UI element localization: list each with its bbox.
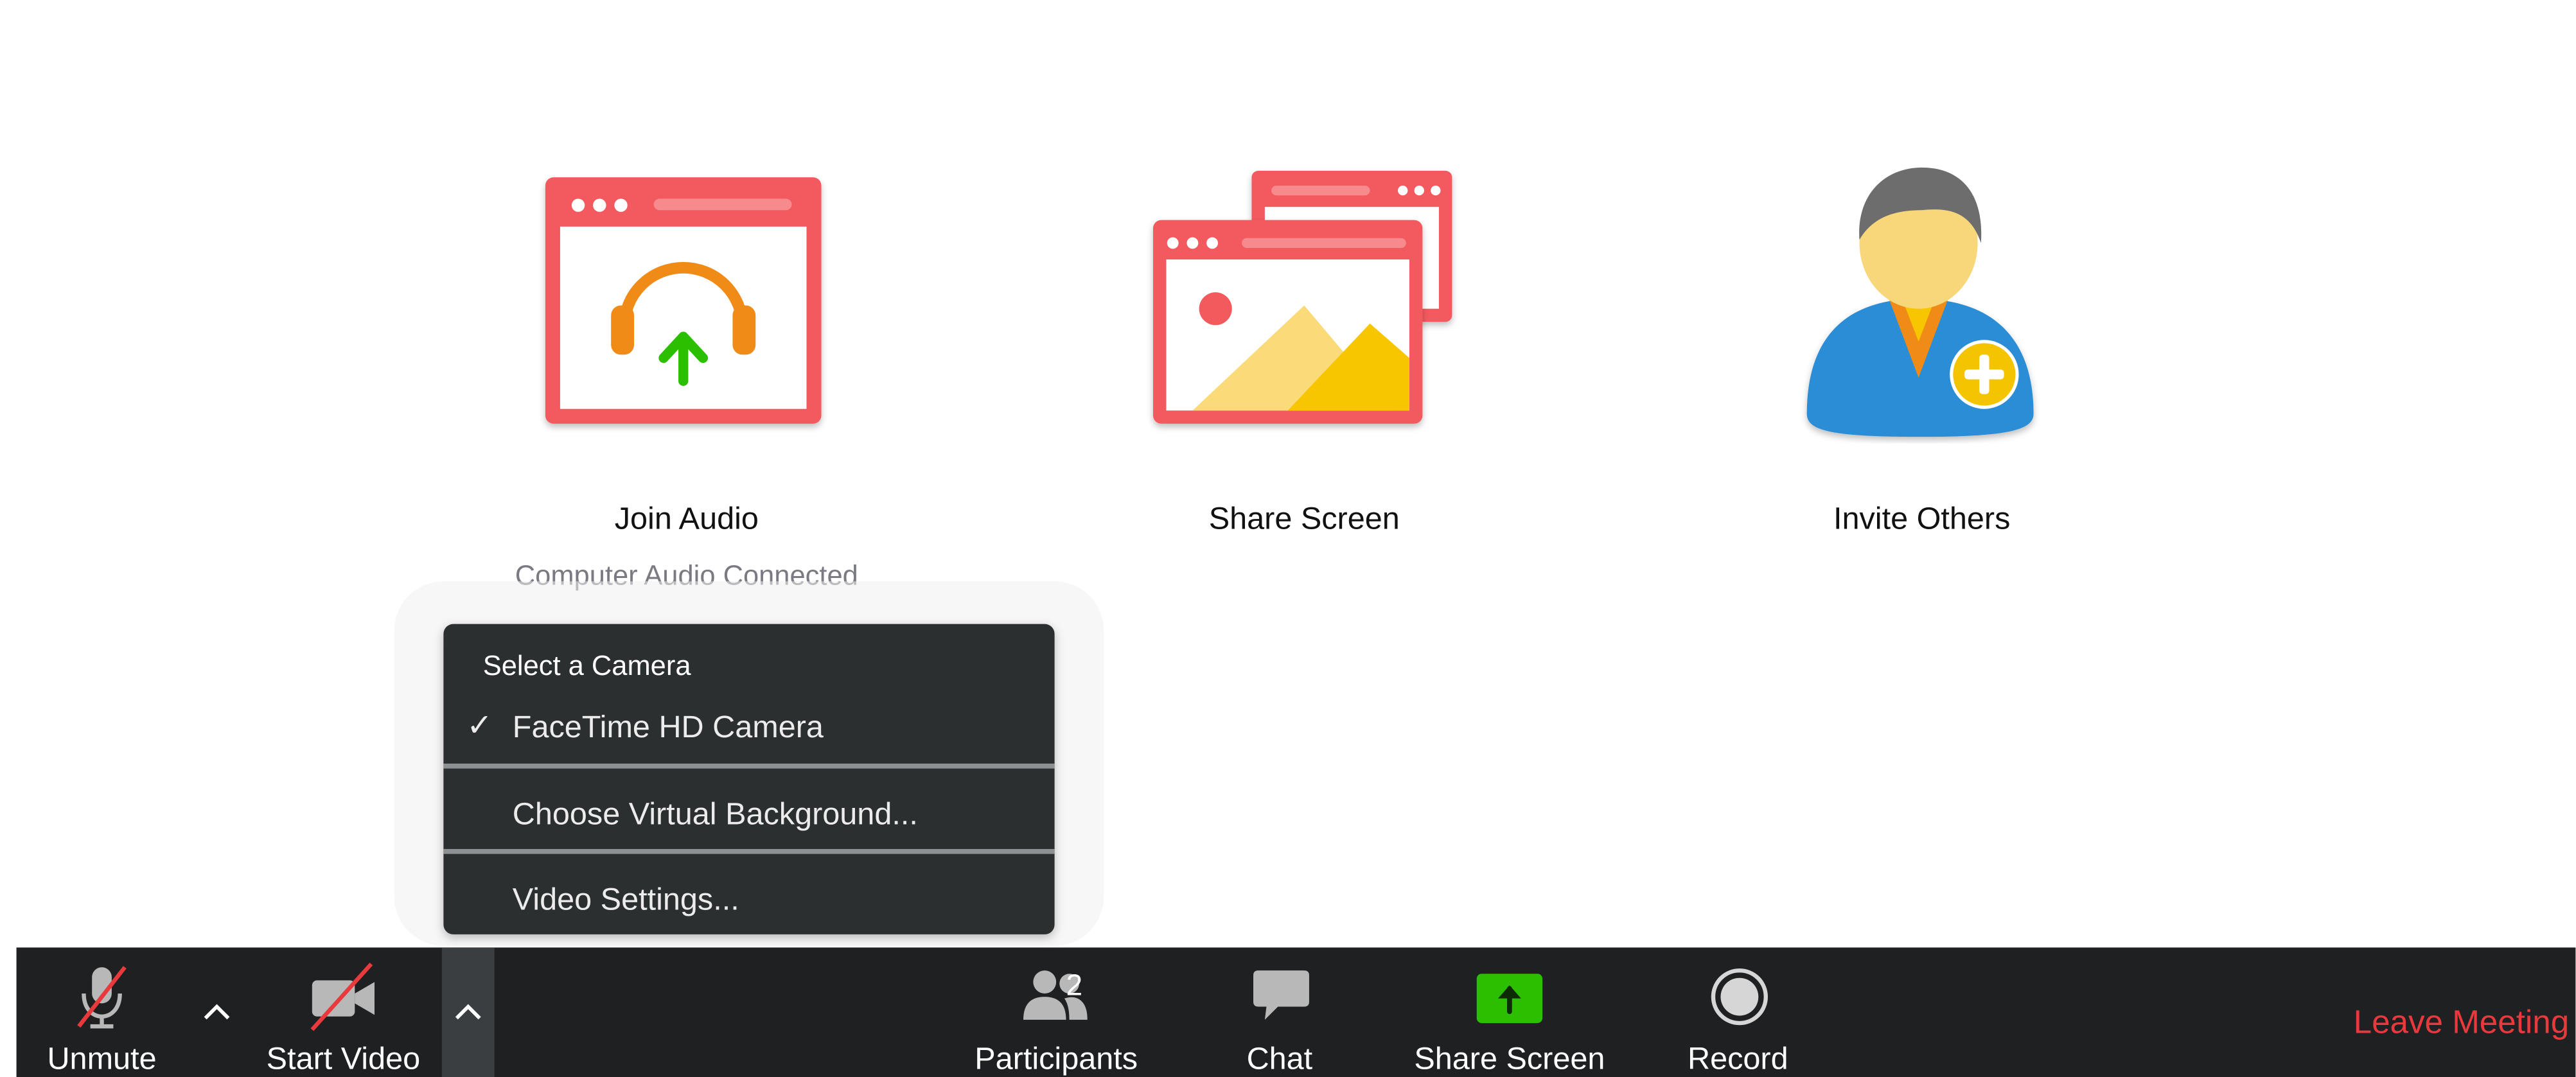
invite-others-tile[interactable]: Invite Others	[1725, 164, 2119, 559]
video-options-caret[interactable]	[441, 947, 495, 1077]
headphones-window-icon	[545, 177, 822, 424]
meeting-toolbar: Unmute Start Video 2 Participants Chat S…	[16, 947, 2576, 1077]
menu-item-label: Choose Virtual Background...	[512, 798, 918, 833]
leave-meeting-button[interactable]: Leave Meeting	[2354, 1005, 2569, 1043]
chat-button[interactable]: Chat	[1222, 947, 1337, 1077]
start-video-button[interactable]: Start Video	[253, 947, 434, 1077]
chevron-up-icon	[455, 1004, 481, 1020]
participants-count-badge: 2	[1066, 968, 1083, 1002]
muted-microphone-icon	[77, 966, 127, 1029]
menu-item-label: Video Settings...	[512, 883, 739, 918]
share-screen-tile[interactable]: Share Screen	[1107, 164, 1501, 559]
join-audio-label: Join Audio	[614, 502, 759, 538]
audio-options-caret[interactable]	[191, 947, 243, 1077]
video-off-icon	[310, 962, 375, 1031]
camera-menu: Select a Camera ✓ FaceTime HD Camera Cho…	[443, 624, 1055, 934]
share-screen-icon	[1476, 974, 1543, 1024]
menu-item-video-settings[interactable]: Video Settings...	[443, 867, 1054, 933]
invite-others-label: Invite Others	[1833, 502, 2011, 538]
share-screen-toolbar-label: Share Screen	[1414, 1042, 1605, 1077]
chat-bubble-icon	[1253, 970, 1309, 1020]
menu-item-facetime-hd-camera[interactable]: ✓ FaceTime HD Camera	[443, 695, 1054, 760]
share-screen-windows-icon	[1153, 170, 1452, 424]
chat-label: Chat	[1246, 1042, 1313, 1077]
record-button[interactable]: Record	[1672, 947, 1804, 1077]
record-icon	[1711, 968, 1768, 1026]
share-screen-label: Share Screen	[1208, 502, 1400, 538]
menu-separator	[443, 848, 1055, 854]
participants-label: Participants	[975, 1042, 1138, 1077]
add-person-icon	[1806, 167, 2034, 437]
menu-item-label: FaceTime HD Camera	[512, 711, 824, 746]
unmute-label: Unmute	[47, 1042, 157, 1077]
start-video-label: Start Video	[266, 1042, 421, 1077]
menu-item-choose-virtual-background[interactable]: Choose Virtual Background...	[443, 782, 1054, 847]
camera-menu-header: Select a Camera	[482, 650, 691, 682]
join-audio-tile[interactable]: Join Audio Computer Audio Connected	[490, 164, 884, 608]
menu-separator	[443, 764, 1055, 769]
participants-button[interactable]: 2 Participants	[962, 947, 1149, 1077]
unmute-button[interactable]: Unmute	[23, 947, 181, 1077]
record-label: Record	[1687, 1042, 1788, 1077]
toolbar-share-screen-button[interactable]: Share Screen	[1403, 947, 1616, 1077]
checkmark-icon: ✓	[466, 709, 493, 744]
chevron-up-icon	[204, 1004, 230, 1020]
